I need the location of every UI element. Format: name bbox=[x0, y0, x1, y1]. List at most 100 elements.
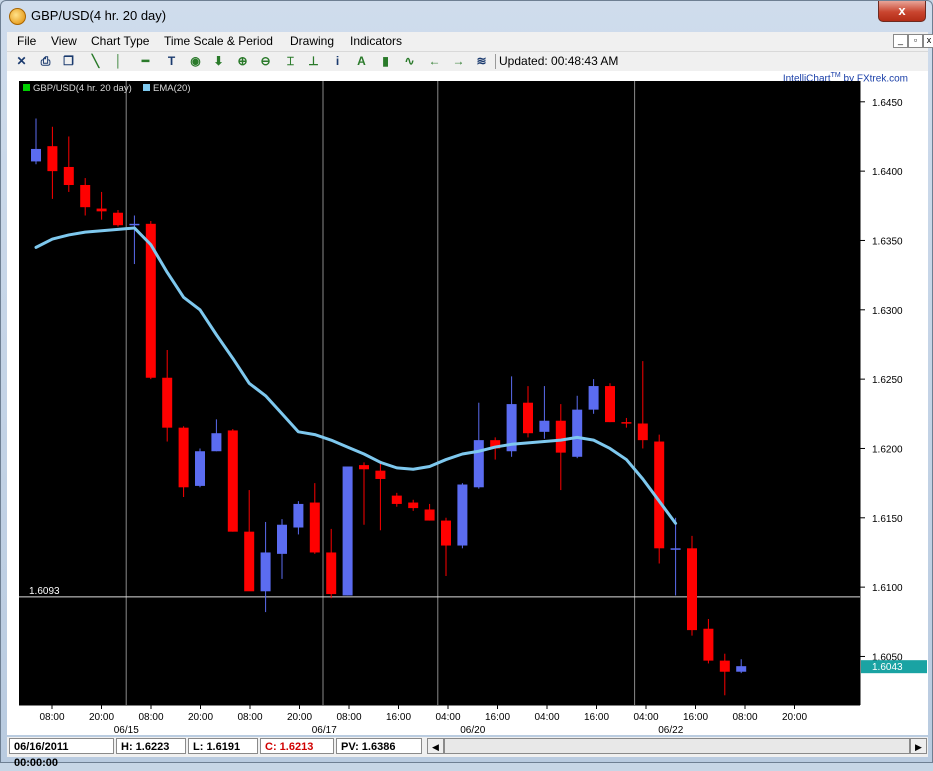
candle-body bbox=[408, 502, 419, 509]
title-bar: GBP/USD(4 hr. 20 day) x bbox=[1, 1, 932, 31]
menu-view[interactable]: View bbox=[51, 34, 77, 48]
baseline-icon[interactable]: ⊥ bbox=[305, 53, 322, 69]
y-tick-label: 1.6150 bbox=[872, 514, 903, 525]
candle-body bbox=[719, 660, 730, 672]
x-tick-label: 16:00 bbox=[683, 712, 708, 723]
candle-body bbox=[424, 509, 435, 521]
candle-body bbox=[195, 451, 205, 486]
status-pv: PV: 1.6386 bbox=[336, 738, 422, 754]
zoom-out-icon[interactable]: ⊖ bbox=[257, 53, 274, 69]
window-title: GBP/USD(4 hr. 20 day) bbox=[31, 8, 167, 23]
candle-body bbox=[342, 466, 353, 596]
candle-body bbox=[326, 552, 337, 595]
legend-label-price: GBP/USD(4 hr. 20 day) bbox=[33, 83, 132, 94]
status-bar: 06/16/2011 00:00:00 H: 1.6223 L: 1.6191 … bbox=[7, 737, 928, 769]
candle-body bbox=[293, 503, 304, 528]
horizontal-scrollbar-track[interactable] bbox=[444, 738, 910, 754]
toolbar: ✕ ⎙ ❐ ╲ │ ━ T ◉ ⬇ ⊕ ⊖ ⌶ ⊥ i A ▮ ∿ ← → ≋ … bbox=[7, 52, 928, 71]
app-logo-icon bbox=[9, 8, 26, 25]
candlestick-chart[interactable]: 1.6450 1.6400 1.6350 1.6300 1.6250 1.6200 1.61… bbox=[7, 71, 928, 735]
candle-body bbox=[359, 465, 369, 470]
print-icon[interactable]: ⎙ bbox=[37, 53, 54, 69]
mdi-minimize-button[interactable]: _ bbox=[893, 34, 908, 48]
arrow-right-icon[interactable]: → bbox=[450, 53, 467, 69]
candle-body bbox=[588, 386, 599, 410]
candle-body bbox=[162, 377, 173, 428]
y-tick-label: 1.6450 bbox=[872, 98, 903, 109]
status-low: L: 1.6191 bbox=[188, 738, 258, 754]
date-label: 06/15 bbox=[114, 725, 139, 735]
menu-drawing[interactable]: Drawing bbox=[290, 34, 334, 48]
candle-body bbox=[244, 531, 255, 592]
mdi-restore-button[interactable]: ▫ bbox=[908, 34, 923, 48]
close-button[interactable]: x bbox=[878, 1, 926, 22]
y-tick-label: 1.6200 bbox=[872, 444, 903, 455]
menu-file[interactable]: File bbox=[17, 34, 36, 48]
x-tick-label: 08:00 bbox=[138, 712, 163, 723]
status-close: C: 1.6213 bbox=[260, 738, 334, 754]
candle-body bbox=[375, 470, 386, 479]
vertical-line-icon[interactable]: │ bbox=[110, 53, 127, 69]
candle-body bbox=[63, 166, 74, 185]
price-level-label: 1.6093 bbox=[29, 586, 60, 597]
info-icon[interactable]: i bbox=[329, 53, 346, 69]
status-datetime: 06/16/2011 00:00:00 bbox=[9, 738, 114, 769]
legend-label-ema: EMA(20) bbox=[153, 83, 190, 94]
trendline-icon[interactable]: ╲ bbox=[87, 53, 104, 69]
candle-body bbox=[113, 212, 123, 226]
candle-body bbox=[523, 402, 533, 434]
y-tick-label: 1.6100 bbox=[872, 583, 903, 594]
zoom-in-icon[interactable]: ⊕ bbox=[234, 53, 251, 69]
menu-indicators[interactable]: Indicators bbox=[350, 34, 402, 48]
plot-background bbox=[19, 81, 860, 705]
font-icon[interactable]: A bbox=[353, 53, 370, 69]
scroll-toggle-icon[interactable]: ≋ bbox=[473, 53, 490, 69]
x-tick-label: 08:00 bbox=[237, 712, 262, 723]
arrow-down-icon[interactable]: ⬇ bbox=[210, 53, 227, 69]
candle-body bbox=[277, 524, 287, 554]
horizontal-line-icon[interactable]: ━ bbox=[137, 53, 154, 69]
menu-chart-type[interactable]: Chart Type bbox=[91, 34, 149, 48]
crosshair-icon[interactable]: ✕ bbox=[13, 53, 30, 69]
candle-body bbox=[80, 185, 91, 208]
x-tick-label: 20:00 bbox=[89, 712, 114, 723]
x-tick-label: 04:00 bbox=[435, 712, 460, 723]
candle-body bbox=[605, 386, 615, 423]
mdi-close-button[interactable]: x bbox=[923, 34, 933, 48]
candle-body bbox=[47, 146, 58, 172]
updated-time: Updated: 00:48:43 AM bbox=[499, 54, 619, 68]
scroll-left-button[interactable]: ◀ bbox=[427, 738, 444, 754]
chart-panel[interactable]: IntelliChartTM by FXtrek.com 1.6450 1.640… bbox=[7, 71, 928, 735]
x-tick-label: 20:00 bbox=[188, 712, 213, 723]
text-icon[interactable]: T bbox=[163, 53, 180, 69]
toolbar-separator bbox=[495, 54, 496, 69]
candle-body bbox=[260, 552, 271, 592]
candle-body bbox=[572, 409, 583, 457]
date-label: 06/22 bbox=[658, 725, 683, 735]
circle-icon[interactable]: ◉ bbox=[187, 53, 204, 69]
candle-body bbox=[703, 628, 714, 661]
candle-body bbox=[473, 440, 484, 488]
legend-swatch-ema bbox=[143, 84, 150, 91]
x-tick-label: 04:00 bbox=[534, 712, 559, 723]
arrow-left-icon[interactable]: ← bbox=[426, 53, 443, 69]
app-window: GBP/USD(4 hr. 20 day) x File View Chart … bbox=[0, 0, 933, 769]
x-tick-label: 16:00 bbox=[584, 712, 609, 723]
x-tick-label: 20:00 bbox=[287, 712, 312, 723]
candle-body bbox=[211, 433, 222, 452]
date-label: 06/17 bbox=[312, 725, 337, 735]
copy-icon[interactable]: ❐ bbox=[60, 53, 77, 69]
bar-chart-icon[interactable]: ▮ bbox=[377, 53, 394, 69]
menu-time-scale[interactable]: Time Scale & Period bbox=[164, 34, 273, 48]
candle-body bbox=[227, 430, 238, 532]
x-tick-label: 16:00 bbox=[386, 712, 411, 723]
y-tick-label: 1.6400 bbox=[872, 167, 903, 178]
fit-icon[interactable]: ⌶ bbox=[282, 53, 299, 69]
candle-body bbox=[178, 427, 189, 488]
scroll-right-button[interactable]: ▶ bbox=[910, 738, 927, 754]
candle-body bbox=[637, 423, 648, 441]
x-tick-label: 08:00 bbox=[39, 712, 64, 723]
wave-icon[interactable]: ∿ bbox=[401, 53, 418, 69]
x-tick-label: 08:00 bbox=[336, 712, 361, 723]
candle-body bbox=[457, 484, 468, 546]
